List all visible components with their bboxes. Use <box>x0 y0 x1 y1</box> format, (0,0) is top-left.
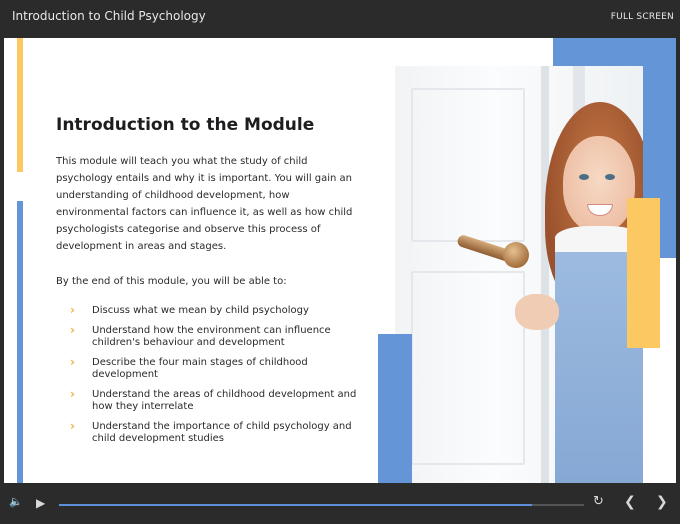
objective-text: Understand how the environment can influ… <box>92 325 331 348</box>
volume-icon[interactable]: 🔈 <box>9 495 23 508</box>
slide-canvas: Introduction to the Module This module w… <box>4 38 676 483</box>
list-item: › Describe the four main stages of childh… <box>70 355 360 381</box>
list-item: › Understand how the environment can infl… <box>70 323 360 349</box>
girl-peeking-photo <box>395 66 643 483</box>
yellow-accent-block-right <box>627 198 660 348</box>
list-item: › Understand the importance of child psyc… <box>70 419 360 445</box>
door-handle-rose <box>503 242 529 268</box>
chevron-right-icon[interactable]: ❯ <box>656 494 668 510</box>
progress-bar[interactable] <box>59 504 584 506</box>
girl-face <box>563 136 635 232</box>
chevron-right-icon: › <box>70 387 75 401</box>
fullscreen-button[interactable]: FULL SCREEN <box>611 12 674 22</box>
player-controls: 🔈 ▶ ↻ ❮ ❯ <box>0 483 680 524</box>
replay-icon[interactable]: ↻ <box>593 494 604 509</box>
play-icon[interactable]: ▶ <box>36 496 45 510</box>
girl-eye <box>605 174 615 180</box>
objective-text: Discuss what we mean by child psychology <box>92 305 309 316</box>
objective-text: Understand the areas of childhood develo… <box>92 389 357 412</box>
player-header: Introduction to Child Psychology FULL SC… <box>0 0 680 38</box>
door-edge <box>541 66 549 483</box>
intro-paragraph: This module will teach you what the stud… <box>56 156 353 252</box>
blue-accent-block-bottom <box>378 334 412 483</box>
chevron-left-icon[interactable]: ❮ <box>624 494 636 510</box>
list-item: › Understand the areas of childhood devel… <box>70 387 360 413</box>
chevron-right-icon: › <box>70 419 75 433</box>
slide-heading: Introduction to the Module <box>56 115 315 135</box>
learning-objectives-list: › Discuss what we mean by child psycholog… <box>70 303 360 453</box>
chevron-right-icon: › <box>70 323 75 337</box>
objectives-lead: By the end of this module, you will be a… <box>56 276 287 287</box>
girl-hand <box>515 294 559 330</box>
chevron-right-icon: › <box>70 303 75 317</box>
objective-text: Describe the four main stages of childho… <box>92 357 308 380</box>
progress-fill <box>59 504 532 506</box>
girl-eye <box>579 174 589 180</box>
yellow-accent-bar <box>17 38 23 172</box>
chevron-right-icon: › <box>70 355 75 369</box>
door-panel <box>411 88 525 242</box>
blue-accent-bar <box>17 201 23 483</box>
objective-text: Understand the importance of child psych… <box>92 421 352 444</box>
course-title: Introduction to Child Psychology <box>12 9 206 23</box>
list-item: › Discuss what we mean by child psycholog… <box>70 303 360 317</box>
door-panel <box>411 271 525 465</box>
